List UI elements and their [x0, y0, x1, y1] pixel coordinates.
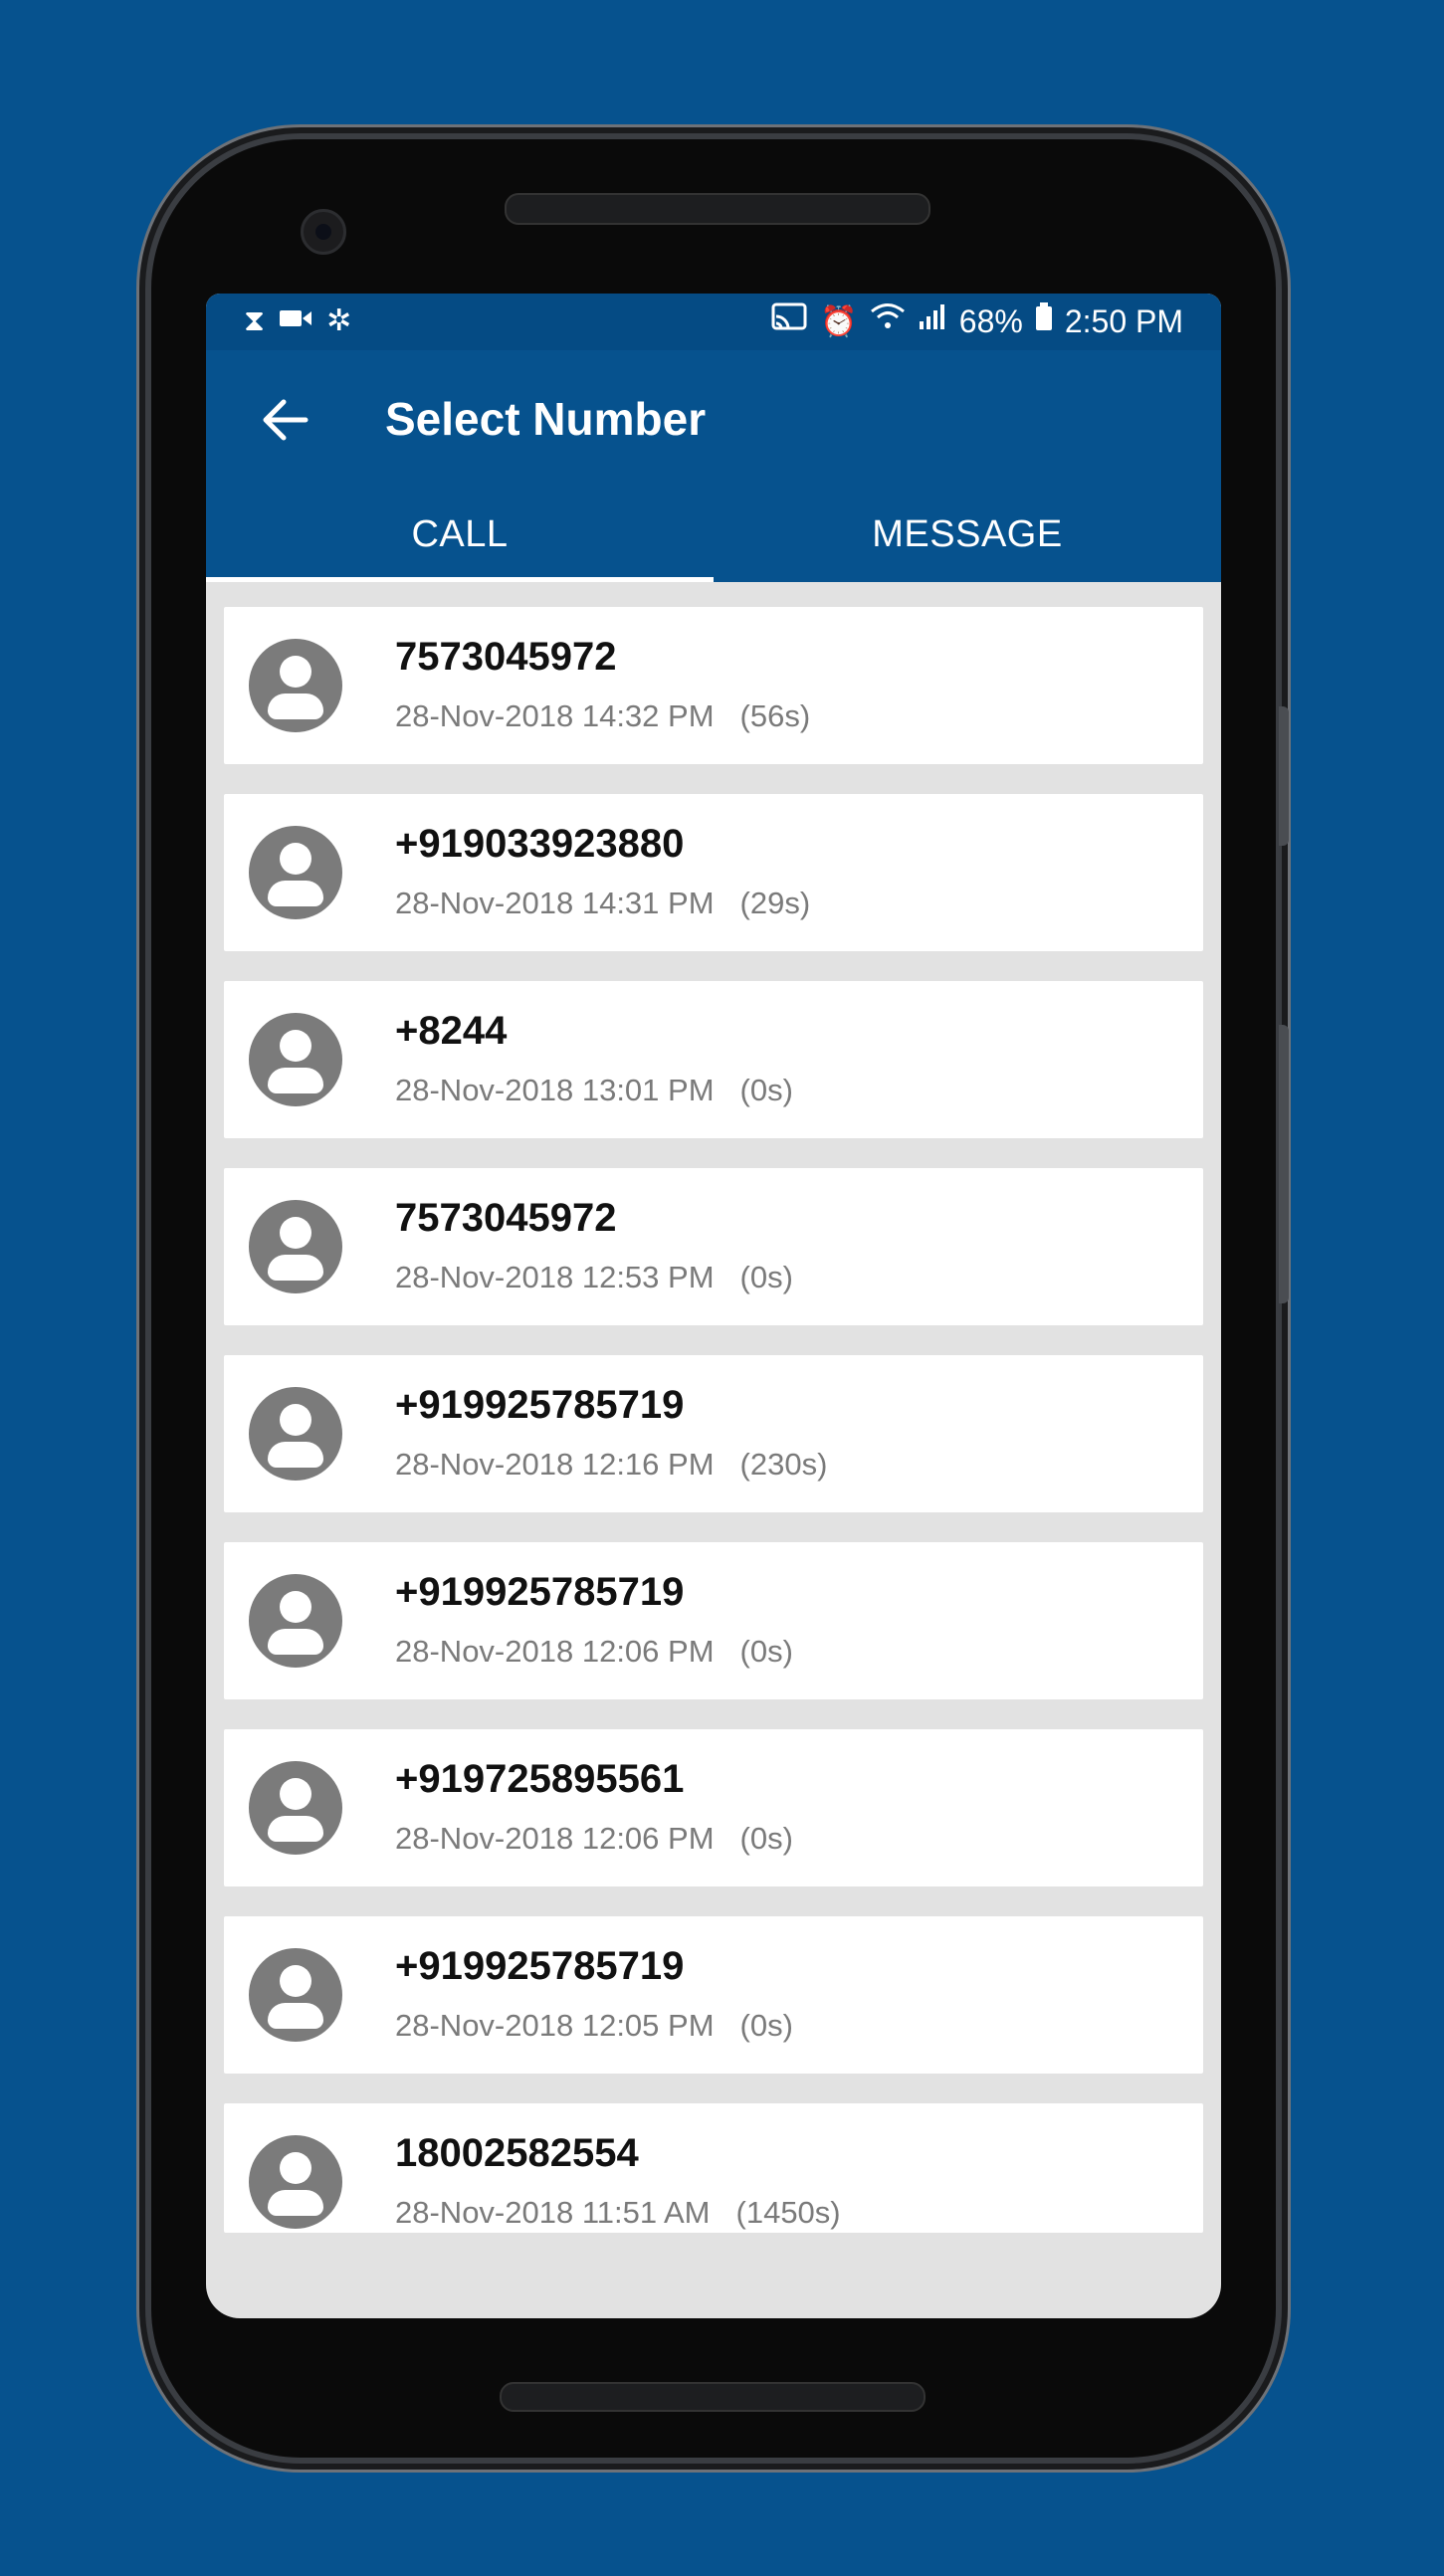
list-item[interactable]: 7573045972 28-Nov-2018 12:53 PM (0s) [224, 1168, 1203, 1325]
back-arrow-icon[interactable] [256, 390, 315, 450]
clock: 2:50 PM [1064, 303, 1183, 339]
call-datetime: 28-Nov-2018 14:31 PM [395, 886, 715, 920]
avatar-icon [249, 1387, 342, 1481]
phone-number: +919925785719 [395, 1570, 685, 1614]
signal-icon [918, 301, 947, 342]
earpiece-speaker [505, 193, 930, 225]
call-duration: (0s) [739, 1260, 793, 1294]
call-duration: (0s) [739, 1073, 793, 1107]
avatar-icon [249, 2135, 342, 2229]
bottom-speaker [500, 2382, 926, 2412]
call-datetime: 28-Nov-2018 11:51 AM [395, 2195, 711, 2230]
volume-button [1279, 706, 1289, 846]
front-camera [301, 209, 346, 255]
wifi-icon [870, 301, 906, 342]
call-duration: (0s) [739, 1634, 793, 1669]
list-item[interactable]: 18002582554 28-Nov-2018 11:51 AM (1450s) [224, 2103, 1203, 2233]
phone-number: 7573045972 [395, 1196, 617, 1240]
call-meta: 28-Nov-2018 12:06 PM (0s) [395, 1821, 793, 1857]
call-meta: 28-Nov-2018 12:05 PM (0s) [395, 2008, 793, 2044]
list-item[interactable]: +919725895561 28-Nov-2018 12:06 PM (0s) [224, 1729, 1203, 1886]
cast-icon [770, 301, 808, 342]
avatar-icon [249, 639, 342, 732]
page-title: Select Number [385, 393, 707, 445]
call-datetime: 28-Nov-2018 14:32 PM [395, 698, 715, 733]
list-item[interactable]: +8244 28-Nov-2018 13:01 PM (0s) [224, 981, 1203, 1138]
call-datetime: 28-Nov-2018 12:16 PM [395, 1447, 715, 1482]
status-left-icons: ⧗ ✲ [244, 301, 351, 341]
phone-number: +8244 [395, 1009, 508, 1053]
call-datetime: 28-Nov-2018 12:53 PM [395, 1260, 715, 1294]
call-duration: (0s) [739, 2008, 793, 2043]
call-list: 7573045972 28-Nov-2018 14:32 PM (56s) +91… [206, 582, 1221, 2233]
tab-call[interactable]: CALL [206, 487, 714, 582]
list-item[interactable]: +919925785719 28-Nov-2018 12:06 PM (0s) [224, 1542, 1203, 1699]
call-meta: 28-Nov-2018 12:06 PM (0s) [395, 1634, 793, 1670]
video-camera-icon [279, 301, 312, 341]
call-duration: (1450s) [735, 2195, 841, 2230]
call-duration: (230s) [739, 1447, 828, 1482]
avatar-icon [249, 1761, 342, 1855]
fan-icon: ✲ [326, 304, 352, 337]
tab-bar: CALL MESSAGE [206, 487, 1221, 582]
phone-number: +919925785719 [395, 1383, 685, 1427]
call-meta: 28-Nov-2018 11:51 AM (1450s) [395, 2195, 841, 2231]
list-item[interactable]: +919925785719 28-Nov-2018 12:16 PM (230s) [224, 1355, 1203, 1512]
list-item[interactable]: +919033923880 28-Nov-2018 14:31 PM (29s) [224, 794, 1203, 951]
avatar-icon [249, 1200, 342, 1293]
avatar-icon [249, 1574, 342, 1668]
battery-percent: 68% [958, 303, 1023, 339]
call-datetime: 28-Nov-2018 12:06 PM [395, 1821, 715, 1856]
call-duration: (0s) [739, 1821, 793, 1856]
battery-icon [1035, 301, 1053, 342]
list-item[interactable]: +919925785719 28-Nov-2018 12:05 PM (0s) [224, 1916, 1203, 2074]
call-datetime: 28-Nov-2018 12:05 PM [395, 2008, 715, 2043]
list-item[interactable]: 7573045972 28-Nov-2018 14:32 PM (56s) [224, 607, 1203, 764]
call-duration: (29s) [739, 886, 811, 920]
call-meta: 28-Nov-2018 13:01 PM (0s) [395, 1073, 793, 1108]
alarm-icon: ⏰ [820, 304, 858, 338]
call-datetime: 28-Nov-2018 12:06 PM [395, 1634, 715, 1669]
call-meta: 28-Nov-2018 14:32 PM (56s) [395, 698, 810, 734]
hourglass-icon: ⧗ [244, 304, 266, 337]
screen: ⧗ ✲ ⏰ 68% 2:50 PM Select Number CALL MES… [206, 294, 1221, 2318]
power-button [1279, 1025, 1289, 1303]
phone-frame: ⧗ ✲ ⏰ 68% 2:50 PM Select Number CALL MES… [151, 139, 1289, 2458]
avatar-icon [249, 1013, 342, 1106]
phone-number: 18002582554 [395, 2131, 639, 2175]
call-duration: (56s) [739, 698, 811, 733]
call-datetime: 28-Nov-2018 13:01 PM [395, 1073, 715, 1107]
app-bar: Select Number [206, 350, 1221, 487]
phone-number: 7573045972 [395, 635, 617, 679]
call-meta: 28-Nov-2018 14:31 PM (29s) [395, 886, 810, 921]
status-bar: ⧗ ✲ ⏰ 68% 2:50 PM [206, 294, 1221, 350]
tab-message[interactable]: MESSAGE [714, 487, 1221, 582]
call-meta: 28-Nov-2018 12:16 PM (230s) [395, 1447, 827, 1483]
status-right-icons: ⏰ 68% 2:50 PM [770, 301, 1183, 342]
avatar-icon [249, 1948, 342, 2042]
avatar-icon [249, 826, 342, 919]
phone-number: +919725895561 [395, 1757, 685, 1801]
call-meta: 28-Nov-2018 12:53 PM (0s) [395, 1260, 793, 1295]
phone-number: +919925785719 [395, 1944, 685, 1988]
phone-number: +919033923880 [395, 822, 685, 866]
